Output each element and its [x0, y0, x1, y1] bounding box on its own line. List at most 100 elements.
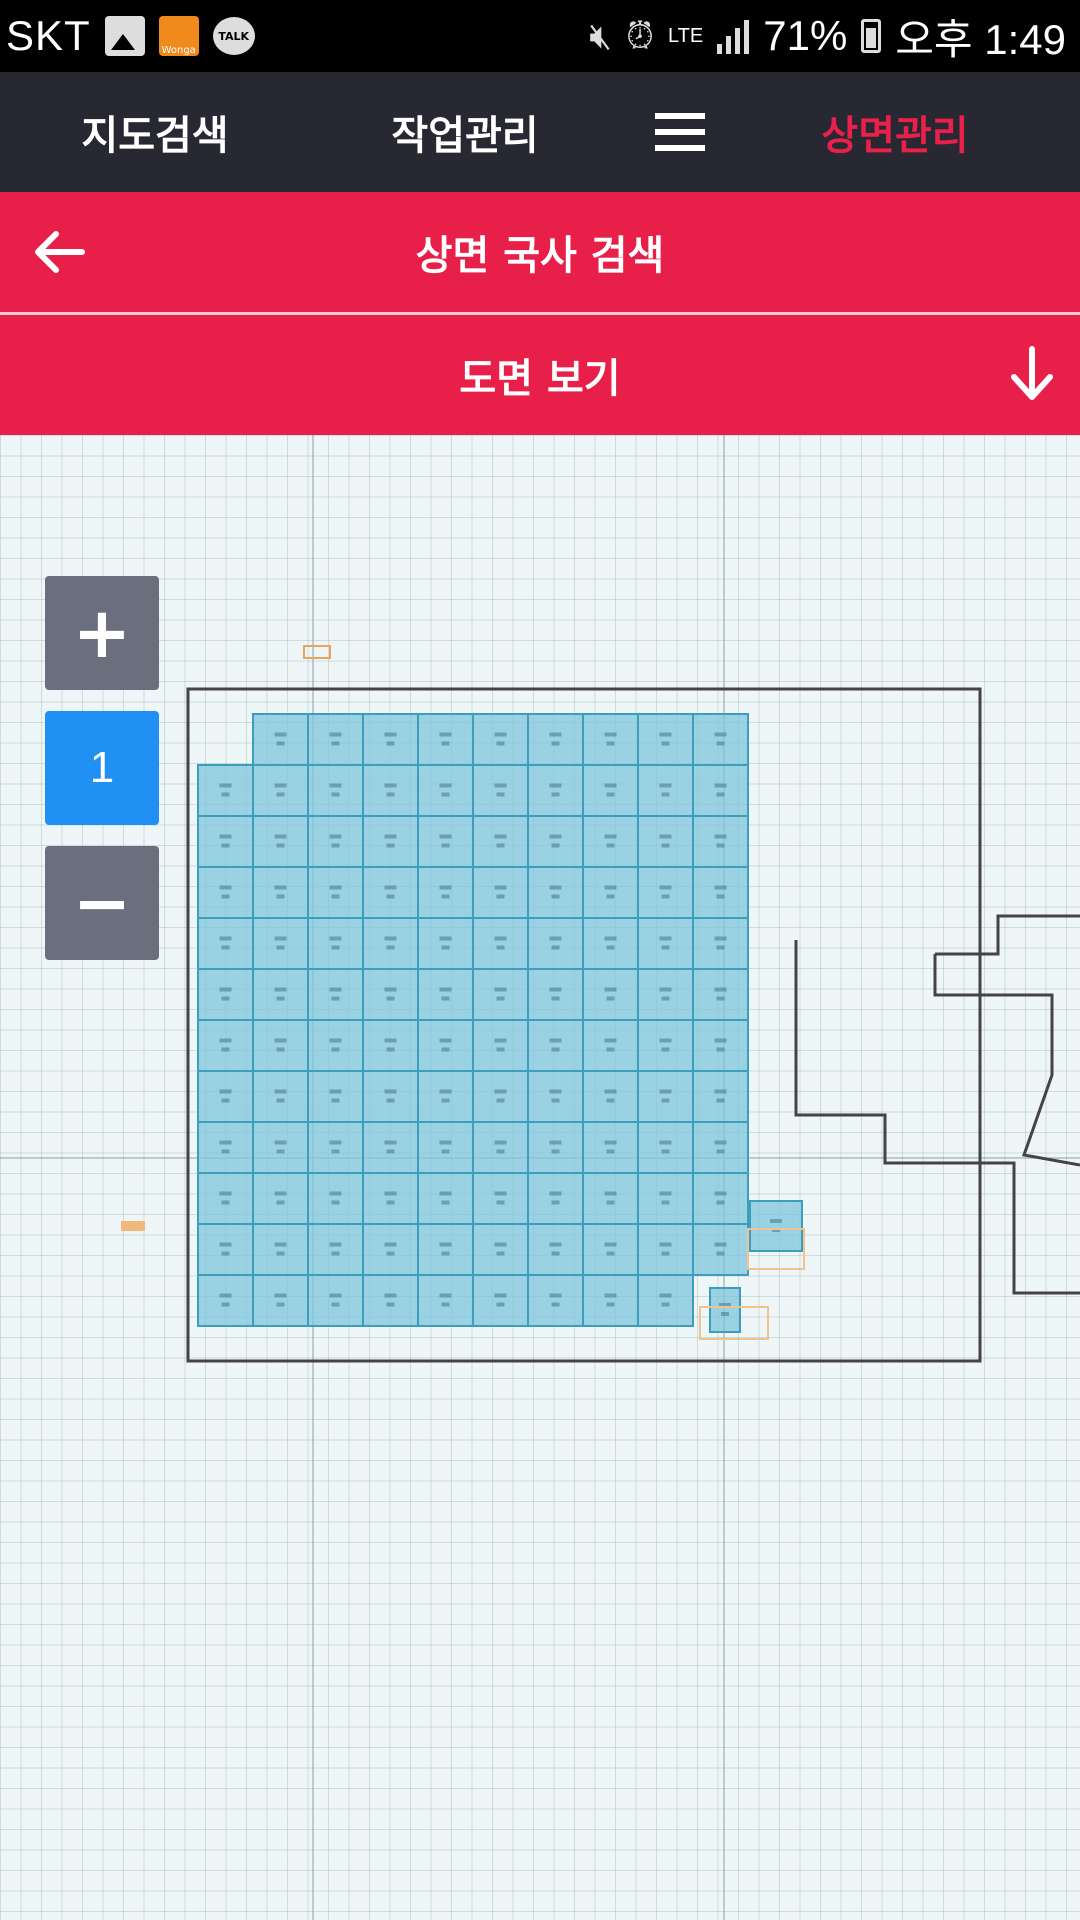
- rack-cell: [472, 764, 529, 817]
- rack-cell: [362, 1274, 419, 1327]
- rack-cell: [307, 968, 364, 1021]
- rack-cell: [417, 917, 474, 970]
- rack-cell: [197, 1121, 254, 1174]
- nav-map-search[interactable]: 지도검색: [40, 72, 270, 192]
- rack-cell: [582, 968, 639, 1021]
- rack-cell: [197, 1172, 254, 1225]
- rack-cell: [417, 1121, 474, 1174]
- rack-cell: [637, 968, 694, 1021]
- rack-cell: [637, 713, 694, 766]
- nav-work-management[interactable]: 작업관리: [350, 72, 580, 192]
- rack-cell: [582, 815, 639, 868]
- rack-cell: [472, 917, 529, 970]
- marker: [303, 645, 331, 659]
- status-bar: SKT Wonga TALK 🔇︎ ⏰︎ LTE 71% 오후 1:49: [0, 0, 1080, 72]
- rack-cell: [307, 1274, 364, 1327]
- rack-cell: [637, 866, 694, 919]
- rack-cell: [417, 815, 474, 868]
- rack-cell: [582, 1172, 639, 1225]
- download-arrow-icon[interactable]: [1002, 345, 1062, 405]
- rack-cell: [692, 1172, 749, 1225]
- rack-cell: [197, 968, 254, 1021]
- rack-cell: [417, 764, 474, 817]
- zoom-level-indicator: 1: [45, 711, 159, 825]
- rack-cell: [197, 1070, 254, 1123]
- rack-cell: [307, 1019, 364, 1072]
- floor-plan-map[interactable]: [0, 435, 1080, 1920]
- rack-cell: [582, 866, 639, 919]
- rack-cell: [637, 1070, 694, 1123]
- rack-cell: [362, 713, 419, 766]
- rack-cell: [307, 764, 364, 817]
- rack-cell: [692, 866, 749, 919]
- rack-cell: [307, 917, 364, 970]
- rack-cell: [417, 968, 474, 1021]
- rack-cell: [582, 764, 639, 817]
- rack-cell: [472, 866, 529, 919]
- rack-cell: [307, 866, 364, 919]
- rack-cell: [197, 866, 254, 919]
- rack-cell: [637, 1019, 694, 1072]
- rack-cell: [472, 1121, 529, 1174]
- rack-cell: [692, 968, 749, 1021]
- signal-icon: [717, 18, 750, 54]
- rack-cell: [197, 815, 254, 868]
- rack-cell: [197, 917, 254, 970]
- rack-cell: [527, 1121, 584, 1174]
- rack-cell: [252, 1121, 309, 1174]
- battery-icon: [861, 19, 882, 53]
- rack-cell: [307, 1223, 364, 1276]
- top-nav: 지도검색 작업관리 상면관리: [0, 72, 1080, 192]
- rack-cell: [692, 1223, 749, 1276]
- rack-cell: [582, 1070, 639, 1123]
- clock: 오후 1:49: [895, 15, 1066, 63]
- rack-cell: [472, 1019, 529, 1072]
- rack-cell: [709, 1287, 741, 1333]
- rack-cell: [197, 764, 254, 817]
- rack-cell: [472, 1223, 529, 1276]
- rack-cell: [692, 1121, 749, 1174]
- rack-cell: [637, 764, 694, 817]
- rack-cell: [197, 1223, 254, 1276]
- rack-cell: [637, 917, 694, 970]
- rack-cell: [527, 917, 584, 970]
- rack-cell: [307, 1121, 364, 1174]
- rack-cell: [749, 1200, 803, 1252]
- rack-cell: [417, 1070, 474, 1123]
- zoom-out-button[interactable]: −: [45, 846, 159, 960]
- rack-cell: [417, 866, 474, 919]
- rack-cell: [692, 1070, 749, 1123]
- kakaotalk-icon: TALK: [212, 17, 255, 55]
- nav-surface-management[interactable]: 상면관리: [780, 72, 1010, 192]
- rack-cell: [362, 815, 419, 868]
- rack-cell: [252, 764, 309, 817]
- rack-cell: [417, 713, 474, 766]
- zoom-in-button[interactable]: +: [45, 576, 159, 690]
- alarm-icon: ⏰︎: [625, 14, 655, 56]
- menu-icon[interactable]: [640, 72, 720, 192]
- drawing-bar[interactable]: 도면 보기: [0, 315, 1080, 435]
- rack-cell: [252, 1019, 309, 1072]
- rack-cell: [527, 713, 584, 766]
- rack-cell: [527, 815, 584, 868]
- rack-cell: [637, 1223, 694, 1276]
- rack-cell: [197, 1274, 254, 1327]
- rack-cell: [252, 866, 309, 919]
- rack-cell: [252, 815, 309, 868]
- rack-cell: [637, 815, 694, 868]
- rack-cell: [527, 968, 584, 1021]
- rack-cell: [252, 1172, 309, 1225]
- rack-cell: [307, 713, 364, 766]
- rack-cell: [692, 1019, 749, 1072]
- rack-cell: [417, 1019, 474, 1072]
- rack-cell: [527, 1019, 584, 1072]
- rack-cell: [692, 764, 749, 817]
- rack-cell: [197, 1019, 254, 1072]
- rack-cell: [417, 1274, 474, 1327]
- rack-cell: [527, 1274, 584, 1327]
- rack-cell: [362, 917, 419, 970]
- back-arrow-icon[interactable]: [30, 222, 90, 282]
- gallery-icon: [104, 16, 145, 56]
- floor-plan-drawing[interactable]: [0, 435, 1080, 1920]
- rack-cell: [362, 968, 419, 1021]
